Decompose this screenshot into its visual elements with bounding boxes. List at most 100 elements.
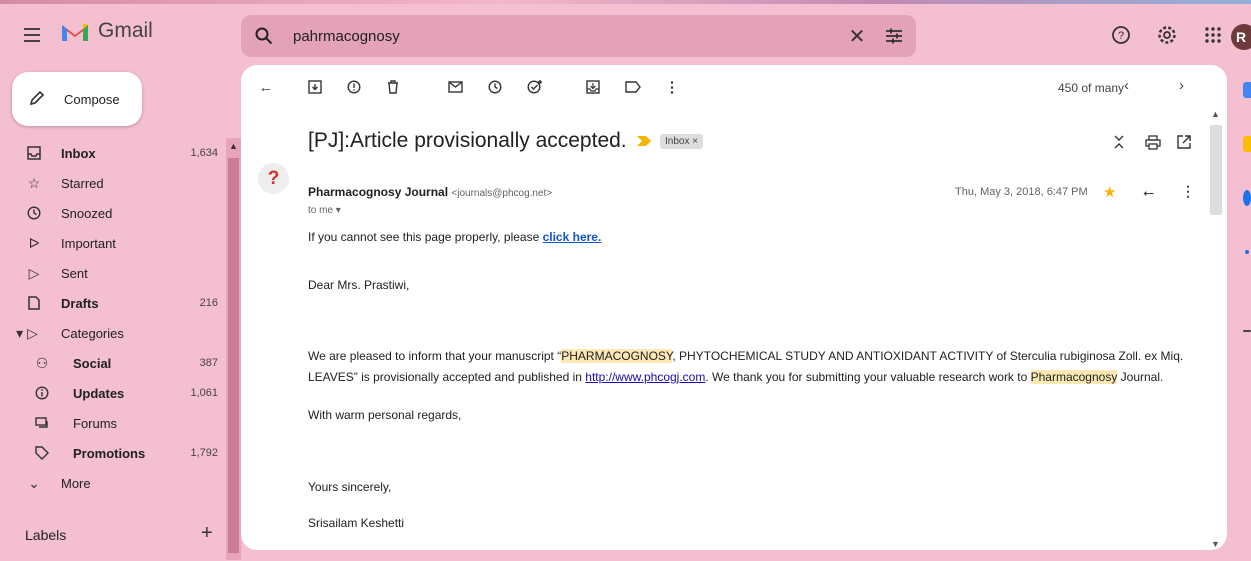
sidebar-scrollbar[interactable]: ▲ [226, 138, 241, 560]
message-scrollbar[interactable]: ▲ ▼ [1209, 109, 1223, 549]
scrollbar-thumb[interactable] [1210, 125, 1222, 215]
tasks-icon[interactable] [1243, 190, 1251, 206]
help-icon[interactable]: ? [1110, 24, 1132, 46]
greeting: Dear Mrs. Prastiwi, [308, 278, 410, 292]
body-text: If you cannot see this page properly, pl… [308, 230, 543, 244]
message-more-icon[interactable]: ⋮ [1181, 183, 1195, 200]
contacts-icon[interactable] [1245, 250, 1249, 254]
reply-icon[interactable]: ⭠ [1143, 184, 1154, 201]
sender-email: <journals@phcog.net> [451, 188, 553, 199]
journal-website-link[interactable]: http://www.phcogj.com [585, 370, 705, 384]
scroll-up-icon[interactable]: ▲ [1211, 109, 1220, 119]
sidebar-item-label: Drafts [61, 295, 99, 311]
message-toolbar: ← ⋮ 450 of many ‹ › [241, 65, 1227, 110]
body-paragraph-line-1: We are pleased to inform that your manus… [308, 349, 1183, 363]
label-tag-icon[interactable] [624, 78, 642, 96]
report-spam-icon[interactable] [345, 78, 363, 96]
body-text: We are pleased to inform that your manus… [308, 349, 562, 363]
mark-unread-icon[interactable] [446, 78, 464, 96]
sidebar-item-more[interactable]: ⌄ More [0, 468, 226, 498]
chevron-down-icon: ⌄ [28, 474, 40, 491]
sidebar-item-updates[interactable]: Updates 1,061 [0, 378, 226, 408]
top-decoration [0, 0, 1251, 4]
collapse-all-icon[interactable] [1110, 133, 1128, 151]
star-icon[interactable]: ★ [1103, 183, 1116, 201]
recipient-details-toggle[interactable]: to me ▾ [308, 205, 341, 216]
send-icon: ▷ [28, 264, 40, 281]
chevron-left-icon[interactable]: ‹ [1124, 77, 1129, 94]
add-label-button[interactable]: + [201, 522, 213, 545]
body-paragraph-line-2: LEAVES” is provisionally accepted and pu… [308, 370, 1163, 384]
snooze-clock-icon[interactable] [486, 78, 504, 96]
sidebar-item-label: More [61, 475, 91, 491]
scrollbar-thumb[interactable] [228, 158, 239, 553]
body-text: LEAVES” is provisionally accepted and pu… [308, 370, 586, 384]
search-input[interactable]: pahrmacognosy [293, 28, 842, 45]
sidebar-item-social[interactable]: ⚇ Social 387 [0, 348, 226, 378]
sidebar-item-count: 387 [199, 357, 218, 369]
sender-avatar[interactable]: ? [258, 163, 289, 194]
email-date: Thu, May 3, 2018, 6:47 PM [955, 186, 1088, 198]
pencil-icon [28, 89, 46, 110]
pagination-text: 450 of many [1058, 81, 1125, 95]
sidebar-item-snoozed[interactable]: Snoozed [0, 198, 226, 228]
delete-trash-icon[interactable] [384, 78, 402, 96]
sidebar-item-label: Updates [73, 385, 125, 401]
search-bar[interactable]: pahrmacognosy ✕ [241, 15, 916, 57]
message-panel: ← ⋮ 450 of many ‹ › [PJ]:Article provisi… [241, 65, 1227, 550]
clock-icon [26, 205, 42, 221]
click-here-link[interactable]: click here. [543, 230, 602, 244]
label-icon: ▾ ▷ [16, 324, 38, 341]
app-name: Gmail [98, 19, 153, 42]
forum-icon [34, 415, 50, 431]
add-addon-icon[interactable] [1243, 330, 1251, 332]
view-online-line: If you cannot see this page properly, pl… [308, 230, 601, 244]
scroll-down-icon[interactable]: ▼ [1211, 539, 1220, 549]
sidebar-item-count: 1,792 [190, 447, 218, 459]
search-options-icon[interactable] [872, 28, 916, 44]
calendar-icon[interactable] [1243, 82, 1251, 98]
print-icon[interactable] [1144, 133, 1162, 151]
search-highlight: Pharmacognosy [1030, 370, 1118, 384]
important-marker-icon[interactable] [637, 134, 651, 149]
closing: Yours sincerely, [308, 480, 392, 494]
gmail-logo[interactable]: Gmail [60, 19, 153, 43]
sidebar-item-count: 1,634 [190, 147, 218, 159]
search-icon[interactable] [255, 27, 291, 45]
sidebar-item-label: Important [61, 235, 116, 251]
inbox-label-chip[interactable]: Inbox × [660, 134, 704, 149]
sidebar-item-drafts[interactable]: Drafts 216 [0, 288, 226, 318]
keep-icon[interactable] [1243, 136, 1251, 152]
sender-name[interactable]: Pharmacognosy Journal [308, 185, 448, 199]
open-in-new-window-icon[interactable] [1175, 133, 1193, 151]
sidebar-item-label: Sent [61, 265, 88, 281]
sidebar-item-inbox[interactable]: Inbox 1,634 [0, 138, 226, 168]
scroll-up-icon[interactable]: ▲ [229, 141, 238, 151]
move-to-icon[interactable] [584, 78, 602, 96]
sidebar-item-label: Inbox [61, 145, 96, 161]
chevron-right-icon[interactable]: › [1179, 77, 1184, 94]
archive-icon[interactable] [306, 78, 324, 96]
sidebar-item-promotions[interactable]: Promotions 1,792 [0, 438, 226, 468]
draft-icon [26, 295, 42, 311]
main-menu-button[interactable] [22, 24, 44, 46]
sender-line: Pharmacognosy Journal <journals@phcog.ne… [308, 185, 552, 199]
labels-heading: Labels [25, 527, 67, 543]
sidebar-item-forums[interactable]: Forums [0, 408, 226, 438]
clear-search-icon[interactable]: ✕ [842, 24, 872, 49]
sidebar-item-categories[interactable]: ▾ ▷ Categories [0, 318, 226, 348]
account-avatar[interactable]: R [1231, 24, 1251, 50]
tag-icon [34, 445, 50, 461]
body-text: , PHYTOCHEMICAL STUDY AND ANTIOXIDANT AC… [672, 349, 1184, 363]
sidebar-item-sent[interactable]: ▷ Sent [0, 258, 226, 288]
important-icon: ᐅ [28, 234, 40, 251]
info-icon [34, 385, 50, 401]
settings-gear-icon[interactable] [1156, 24, 1178, 46]
sidebar-item-important[interactable]: ᐅ Important [0, 228, 226, 258]
add-task-icon[interactable] [526, 78, 544, 96]
sidebar-item-starred[interactable]: ☆ Starred [0, 168, 226, 198]
compose-button[interactable]: Compose [12, 72, 142, 126]
back-arrow-icon[interactable]: ← [257, 78, 275, 96]
apps-grid-icon[interactable] [1202, 24, 1224, 46]
more-options-icon[interactable]: ⋮ [663, 78, 681, 96]
